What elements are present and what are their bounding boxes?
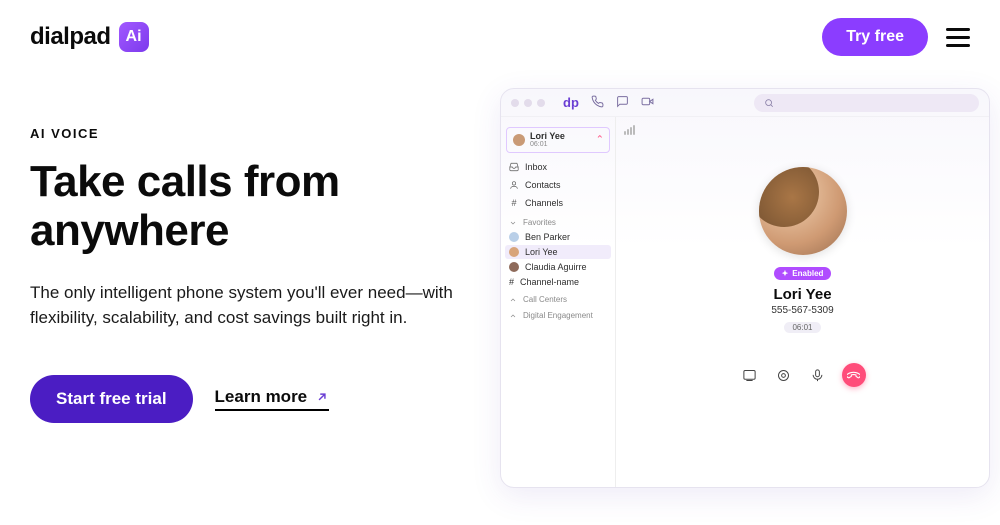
app-brand-icon: dp xyxy=(563,95,579,110)
favorite-claudia-aguirre[interactable]: Claudia Aguirre xyxy=(501,260,615,274)
hash-icon: # xyxy=(509,198,519,208)
app-sidebar: Lori Yee 06:01 ⌃ Inbox Contacts xyxy=(501,117,616,487)
favorite-lori-yee[interactable]: Lori Yee xyxy=(505,245,611,259)
brand-ai-chip: Ai xyxy=(119,22,149,52)
hangup-mini-icon[interactable]: ⌃ xyxy=(596,135,604,146)
favorite-ben-parker[interactable]: Ben Parker xyxy=(501,230,615,244)
contact-phone: 555-567-5309 xyxy=(771,305,833,316)
active-call-name: Lori Yee xyxy=(530,132,565,141)
signal-icon xyxy=(624,125,635,135)
app-window: dp Lori Yee 06:01 xyxy=(500,88,990,488)
hash-icon: # xyxy=(509,277,514,287)
hangup-button[interactable] xyxy=(842,363,866,387)
site-header: dialpad Ai Try free xyxy=(0,0,1000,66)
call-controls xyxy=(740,363,866,387)
hero-copy: AI VOICE Take calls from anywhere The on… xyxy=(30,106,480,488)
chevron-up-icon xyxy=(509,312,517,320)
avatar xyxy=(509,247,519,257)
sidebar-item-inbox[interactable]: Inbox xyxy=(501,159,615,175)
sidebar-active-call[interactable]: Lori Yee 06:01 ⌃ xyxy=(506,127,610,153)
brand-wordmark: dialpad xyxy=(30,23,111,51)
hero-cta-row: Start free trial Learn more xyxy=(30,375,480,423)
sidebar-item-channels[interactable]: # Channels xyxy=(501,195,615,211)
record-button[interactable] xyxy=(774,365,794,385)
inbox-icon xyxy=(509,162,519,172)
chat-icon[interactable] xyxy=(616,95,629,108)
search-input[interactable] xyxy=(754,94,979,112)
product-screenshot: dp Lori Yee 06:01 xyxy=(500,106,990,488)
call-duration: 06:01 xyxy=(784,322,820,333)
chevron-down-icon xyxy=(509,219,517,227)
call-canvas: ✦ Enabled Lori Yee 555-567-5309 06:01 xyxy=(616,117,989,487)
hero-description: The only intelligent phone system you'll… xyxy=(30,280,470,331)
window-controls[interactable] xyxy=(511,99,545,107)
sparkle-icon: ✦ xyxy=(782,269,789,278)
active-call-time: 06:01 xyxy=(530,141,565,148)
brand-logo[interactable]: dialpad Ai xyxy=(30,22,149,52)
learn-more-link[interactable]: Learn more xyxy=(215,387,330,411)
sidebar-section-favorites[interactable]: Favorites xyxy=(501,213,615,229)
mute-button[interactable] xyxy=(808,365,828,385)
contacts-icon xyxy=(509,180,519,190)
favorite-channel[interactable]: # Channel-name xyxy=(501,275,615,289)
avatar xyxy=(513,134,525,146)
learn-more-label: Learn more xyxy=(215,387,308,407)
try-free-button[interactable]: Try free xyxy=(822,18,928,56)
start-free-trial-button[interactable]: Start free trial xyxy=(30,375,193,423)
sidebar-section-digital-engagement[interactable]: Digital Engagement xyxy=(501,306,615,322)
avatar xyxy=(509,232,519,242)
app-titlebar: dp xyxy=(501,89,989,117)
contact-avatar xyxy=(759,167,847,255)
avatar xyxy=(509,262,519,272)
menu-icon[interactable] xyxy=(946,28,970,47)
chevron-up-icon xyxy=(509,296,517,304)
titlebar-toolbar: dp xyxy=(563,95,654,110)
ai-enabled-badge: ✦ Enabled xyxy=(774,267,832,280)
search-icon xyxy=(764,98,774,108)
hero-section: AI VOICE Take calls from anywhere The on… xyxy=(0,66,1000,488)
video-icon[interactable] xyxy=(641,95,654,108)
transcript-button[interactable] xyxy=(740,365,760,385)
sidebar-section-call-centers[interactable]: Call Centers xyxy=(501,290,615,306)
hero-eyebrow: AI VOICE xyxy=(30,126,480,141)
header-actions: Try free xyxy=(822,18,970,56)
hero-title: Take calls from anywhere xyxy=(30,157,480,256)
arrow-up-right-icon xyxy=(315,390,329,404)
phone-icon[interactable] xyxy=(591,95,604,108)
contact-name: Lori Yee xyxy=(773,286,831,303)
sidebar-item-contacts[interactable]: Contacts xyxy=(501,177,615,193)
